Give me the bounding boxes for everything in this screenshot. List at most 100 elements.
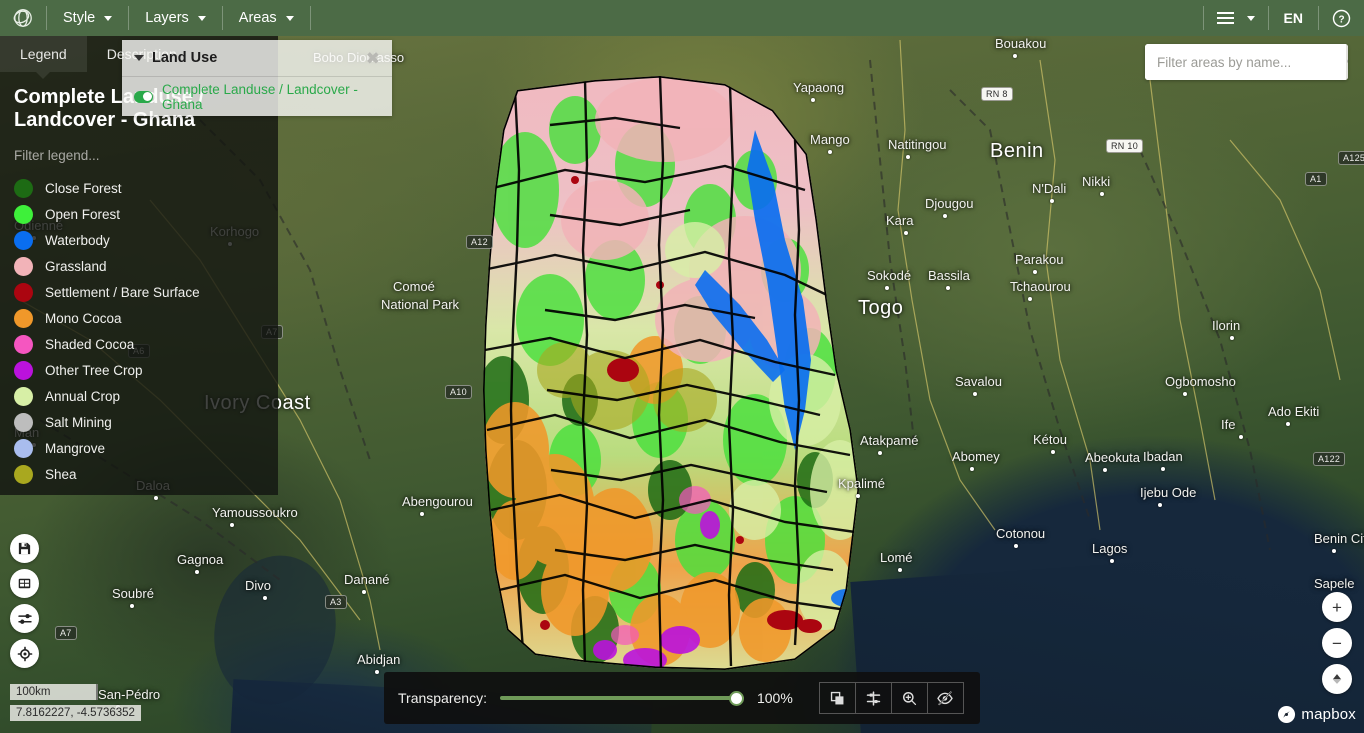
map-city-dot bbox=[263, 596, 267, 600]
map-city-label: Soubré bbox=[112, 586, 154, 601]
nav-layers[interactable]: Layers bbox=[129, 0, 222, 36]
map-city-dot bbox=[375, 670, 379, 674]
legend-item[interactable]: Waterbody bbox=[0, 227, 278, 253]
legend-item-label: Shea bbox=[45, 466, 77, 482]
map-city-label: Ibadan bbox=[1143, 449, 1183, 464]
globe-logo-icon bbox=[13, 9, 32, 27]
ghana-landcover-overlay bbox=[483, 76, 859, 670]
map-road-shield: A7 bbox=[55, 626, 77, 640]
map-city-dot bbox=[1013, 54, 1017, 58]
legend-color-swatch bbox=[14, 230, 33, 250]
top-navbar: Style Layers Areas EN ? bbox=[0, 0, 1364, 36]
map-tool-buttons bbox=[10, 534, 39, 668]
map-city-label: Abidjan bbox=[357, 652, 401, 667]
legend-item-label: Annual Crop bbox=[45, 388, 121, 404]
map-city-dot bbox=[885, 286, 889, 290]
map-city-label: Benin City bbox=[1314, 531, 1364, 546]
land-use-popup-title: Land Use bbox=[152, 50, 218, 66]
legend-item[interactable]: Annual Crop bbox=[0, 383, 278, 409]
nav-areas[interactable]: Areas bbox=[223, 0, 310, 36]
map-city-dot bbox=[1110, 559, 1114, 563]
legend-item-label: Waterbody bbox=[45, 232, 110, 248]
map-city-dot bbox=[906, 155, 910, 159]
mapbox-attribution[interactable]: mapbox bbox=[1277, 705, 1356, 724]
map-city-label: Ilorin bbox=[1212, 318, 1241, 333]
language-selector[interactable]: EN bbox=[1269, 0, 1318, 36]
svg-text:?: ? bbox=[1338, 14, 1344, 25]
map-city-dot bbox=[828, 150, 832, 154]
legend-filter-input[interactable]: Filter legend... bbox=[14, 148, 264, 163]
zoom-in-button[interactable]: + bbox=[1322, 592, 1352, 622]
legend-item-label: Open Forest bbox=[45, 206, 121, 222]
legend-item[interactable]: Grassland bbox=[0, 253, 278, 279]
map-city-dot bbox=[1100, 192, 1104, 196]
search-input[interactable] bbox=[1145, 44, 1346, 80]
help-circle-icon: ? bbox=[1332, 9, 1351, 27]
transparency-slider[interactable] bbox=[499, 690, 744, 706]
tab-legend[interactable]: Legend bbox=[0, 36, 87, 72]
map-city-dot bbox=[1028, 297, 1032, 301]
legend-item[interactable]: Settlement / Bare Surface bbox=[0, 279, 278, 305]
map-city-dot bbox=[1332, 549, 1336, 553]
app-logo[interactable] bbox=[0, 0, 46, 36]
slider-thumb[interactable] bbox=[728, 690, 744, 706]
triangle-down-icon[interactable] bbox=[134, 55, 144, 61]
zoom-out-button[interactable]: − bbox=[1322, 628, 1352, 658]
duplicate-layer-button[interactable] bbox=[818, 682, 856, 714]
legend-item[interactable]: Open Forest bbox=[0, 201, 278, 227]
compass-button[interactable] bbox=[1322, 664, 1352, 694]
legend-item[interactable]: Close Forest bbox=[0, 175, 278, 201]
app-root: BeninTogoIvory CoastBouakouYapaongMangoN… bbox=[0, 0, 1364, 733]
hide-layer-button[interactable] bbox=[926, 682, 964, 714]
menu-caret-button[interactable] bbox=[1246, 0, 1268, 36]
mapbox-icon bbox=[1278, 705, 1296, 724]
close-icon[interactable]: ✖ bbox=[366, 50, 380, 67]
land-use-layer-label[interactable]: Complete Landuse / Landcover - Ghana bbox=[162, 82, 380, 112]
menu-button[interactable] bbox=[1204, 0, 1247, 36]
map-city-label: Parakou bbox=[1015, 252, 1064, 267]
map-city-label: N'Dali bbox=[1032, 181, 1067, 196]
zoom-to-layer-button[interactable] bbox=[890, 682, 928, 714]
help-button[interactable]: ? bbox=[1319, 0, 1364, 36]
crosshair-button[interactable] bbox=[10, 639, 39, 668]
map-city-label: Kara bbox=[886, 213, 914, 228]
legend-item[interactable]: Mangrove bbox=[0, 435, 278, 461]
map-road-shield: A10 bbox=[445, 385, 472, 399]
legend-item-label: Mono Cocoa bbox=[45, 310, 122, 326]
map-road-shield: A1 bbox=[1305, 172, 1327, 186]
legend-item[interactable]: Shaded Cocoa bbox=[0, 331, 278, 357]
layer-toggle-switch[interactable] bbox=[134, 90, 153, 103]
layer-toolbar: Transparency: 100% bbox=[384, 672, 980, 724]
map-city-label: Abomey bbox=[952, 449, 1000, 464]
legend-color-swatch bbox=[14, 204, 33, 224]
map-city-label: National Park bbox=[381, 297, 460, 312]
transparency-label: Transparency: bbox=[398, 690, 487, 706]
map-city-label: Savalou bbox=[955, 374, 1002, 389]
nav-areas-label: Areas bbox=[238, 10, 277, 26]
map-city-label: San-Pédro bbox=[98, 687, 161, 702]
map-city-label: Bassila bbox=[928, 268, 970, 283]
search-button[interactable] bbox=[1346, 44, 1348, 80]
table-icon bbox=[18, 578, 31, 589]
map-city-label: Djougou bbox=[925, 196, 974, 211]
legend-item[interactable]: Shea bbox=[0, 461, 278, 487]
legend-color-swatch bbox=[14, 308, 33, 328]
layer-filter-button[interactable] bbox=[854, 682, 892, 714]
map-city-label: Comoé bbox=[393, 279, 435, 294]
save-button[interactable] bbox=[10, 534, 39, 563]
legend-item[interactable]: Mono Cocoa bbox=[0, 305, 278, 331]
nav-style[interactable]: Style bbox=[47, 0, 128, 36]
area-filter-search bbox=[1145, 44, 1348, 80]
map-city-dot bbox=[946, 286, 950, 290]
mapbox-label: mapbox bbox=[1301, 706, 1356, 723]
map-city-dot bbox=[1014, 544, 1018, 548]
sliders-button[interactable] bbox=[10, 604, 39, 633]
map-city-dot bbox=[856, 494, 860, 498]
map-city-label: Yamoussoukro bbox=[212, 505, 298, 520]
legend-item[interactable]: Salt Mining bbox=[0, 409, 278, 435]
map-city-dot bbox=[1103, 468, 1107, 472]
legend-item[interactable]: Other Tree Crop bbox=[0, 357, 278, 383]
legend-item-label: Mangrove bbox=[45, 440, 106, 456]
table-button[interactable] bbox=[10, 569, 39, 598]
